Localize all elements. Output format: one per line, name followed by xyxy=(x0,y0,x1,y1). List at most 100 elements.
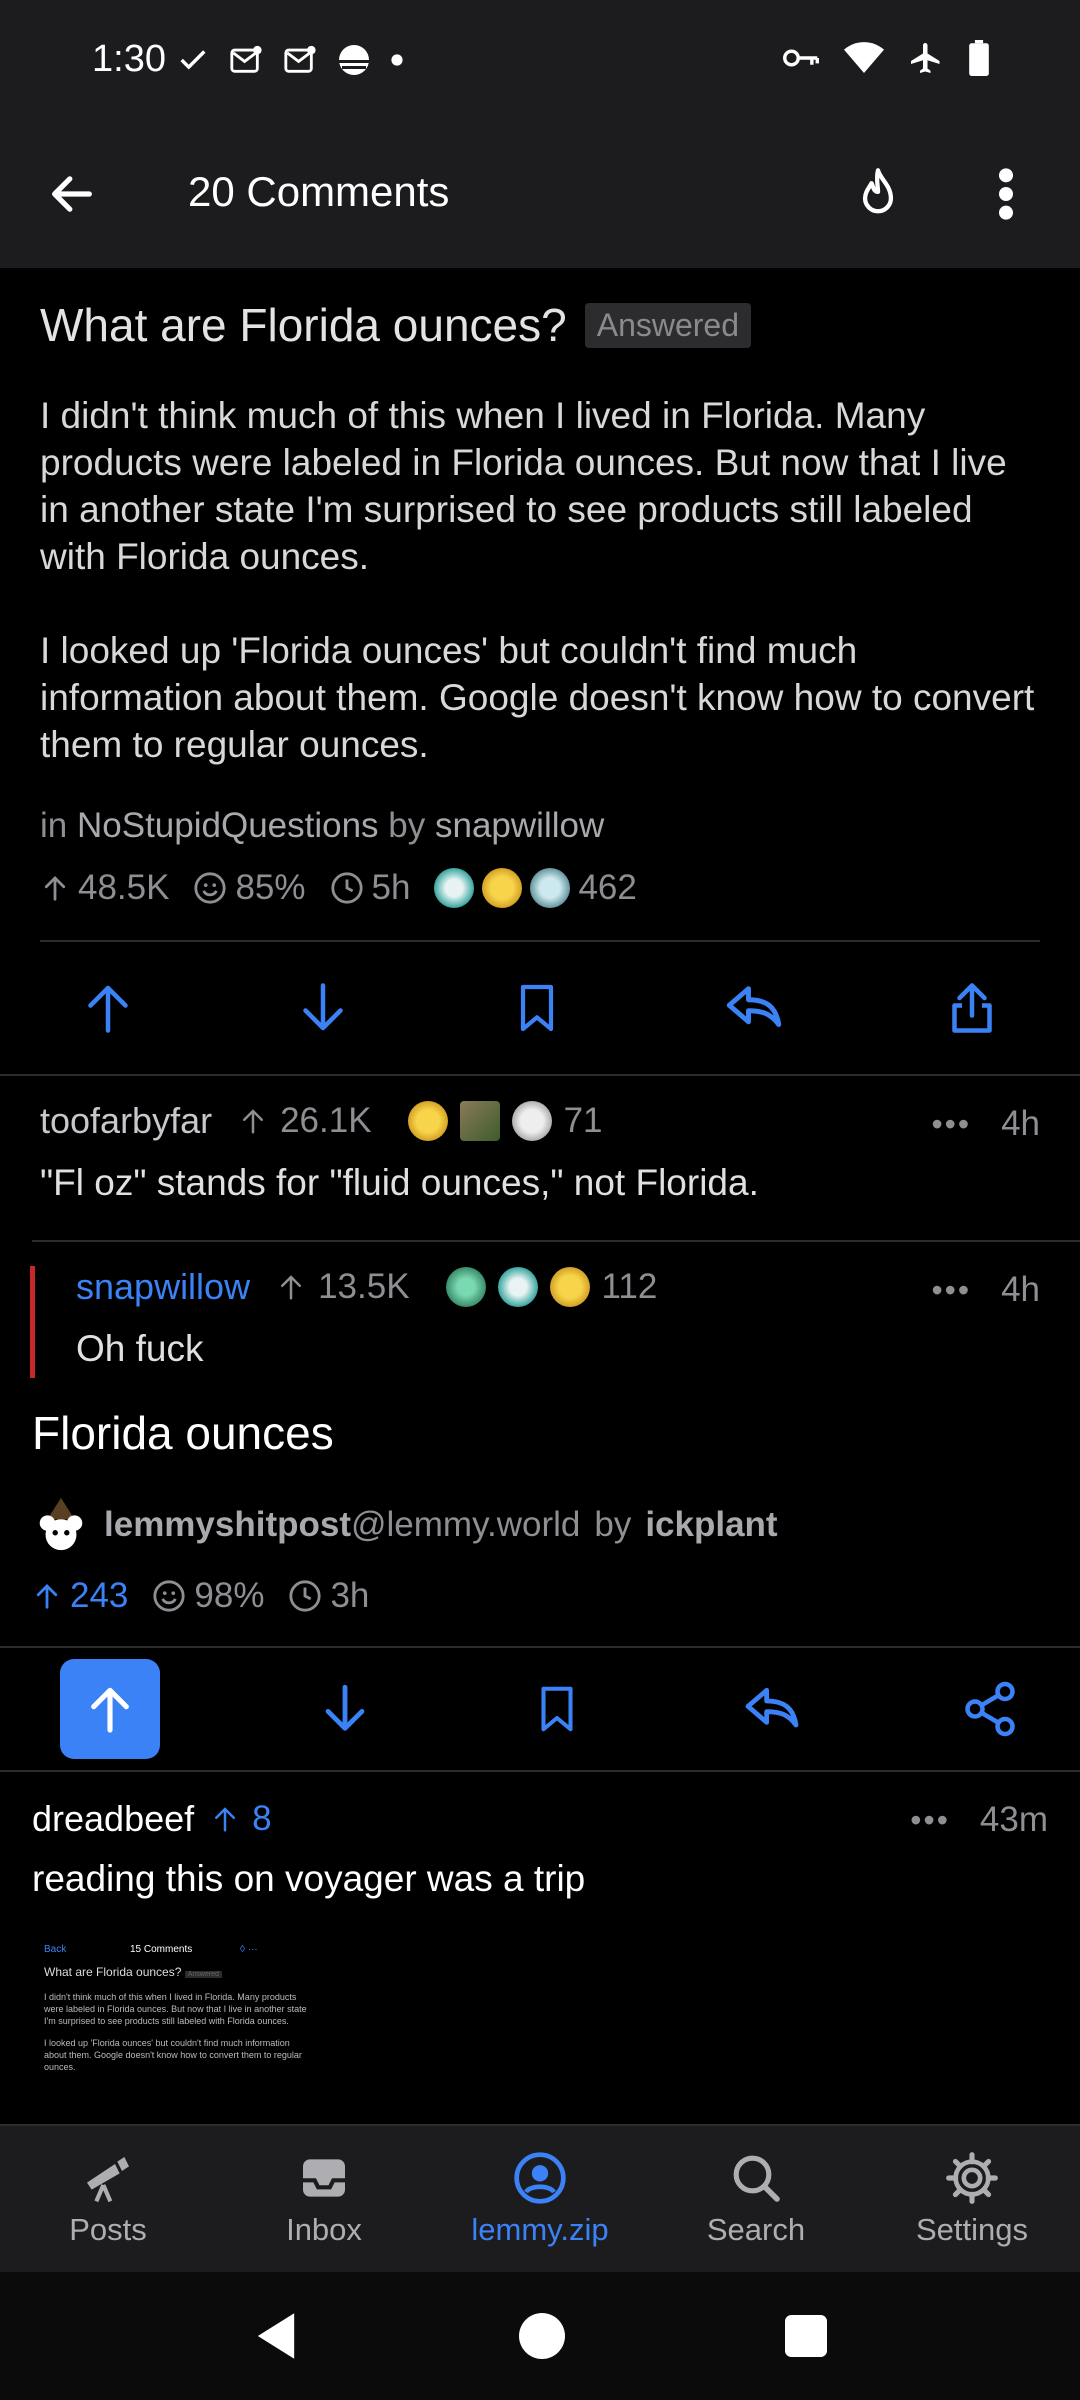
flame-icon xyxy=(862,168,894,214)
telescope-icon xyxy=(87,2157,129,2203)
comment-author[interactable]: dreadbeef xyxy=(32,1798,194,1840)
status-time: 1:30 xyxy=(92,38,166,80)
award-icon xyxy=(549,1267,590,1307)
clock-icon xyxy=(289,1580,322,1612)
smiley-icon xyxy=(153,1580,185,1612)
post-header: What are Florida ounces? Answered I didn… xyxy=(0,268,1080,908)
comment[interactable]: toofarbyfar 26.1K 71 ••• 4h "Fl oz" stan… xyxy=(0,1076,1080,1240)
community-link[interactable]: lemmyshitpost xyxy=(104,1505,351,1544)
bottom-nav: Posts Inbox lemmy.zip Search Settings xyxy=(0,2124,1080,2272)
thumb-body: I looked up 'Florida ounces' but couldn'… xyxy=(44,2038,302,2072)
age-stat: 5h xyxy=(330,868,410,908)
cross-post-stats: 243 98% 3h xyxy=(32,1576,1048,1616)
post-paragraph: I didn't think much of this when I lived… xyxy=(40,395,1007,577)
comment-author[interactable]: snapwillow xyxy=(76,1266,250,1308)
page-title: 20 Comments xyxy=(188,168,450,215)
by-label: by xyxy=(388,806,426,845)
dot-icon xyxy=(391,54,403,66)
community-avatar-icon xyxy=(39,1497,83,1551)
thumb-back: Back xyxy=(44,1944,67,1955)
tab-search[interactable]: Search xyxy=(648,2126,864,2272)
upvote-ratio: 98% xyxy=(194,1576,265,1615)
more-horizontal-icon[interactable]: ••• xyxy=(931,1106,971,1143)
upvote-button[interactable] xyxy=(78,975,138,1041)
cross-post-actions xyxy=(0,1648,1080,1770)
award-icon xyxy=(511,1101,552,1141)
mail-icon xyxy=(230,45,262,73)
system-back-icon[interactable] xyxy=(253,2311,299,2361)
arrow-up-icon xyxy=(215,1807,236,1832)
downvote-button[interactable] xyxy=(293,975,353,1041)
comment[interactable]: snapwillow 13.5K 112 ••• 4h Oh fuck xyxy=(0,1242,1080,1402)
comment-score: 26.1K xyxy=(280,1101,372,1140)
comments-page[interactable]: What are Florida ounces? Answered I didn… xyxy=(0,268,1080,2124)
arrow-up-icon xyxy=(44,876,66,901)
author-link[interactable]: ickplant xyxy=(645,1505,777,1545)
gear-icon xyxy=(946,2152,998,2204)
save-button[interactable] xyxy=(509,975,565,1041)
more-options-button[interactable] xyxy=(966,154,1046,234)
reply-button[interactable] xyxy=(740,1677,804,1741)
post-body: I didn't think much of this when I lived… xyxy=(40,392,1040,768)
thumb-title: What are Florida ounces? xyxy=(44,1965,182,1979)
award-icon xyxy=(407,1101,448,1141)
wifi-icon xyxy=(844,42,884,73)
cross-post-score: 243 xyxy=(70,1576,129,1615)
arrow-up-icon xyxy=(91,1687,129,1733)
battery-icon xyxy=(969,40,989,76)
post-age: 3h xyxy=(330,1576,370,1615)
tab-posts[interactable]: Posts xyxy=(0,2126,216,2272)
upvote-button[interactable] xyxy=(60,1659,160,1759)
downvote-button[interactable] xyxy=(316,1677,374,1741)
reply-button[interactable] xyxy=(721,975,787,1041)
comment-score: 8 xyxy=(252,1799,272,1838)
back-arrow-icon xyxy=(52,176,92,212)
tab-settings[interactable]: Settings xyxy=(864,2126,1080,2272)
tab-label: lemmy.zip xyxy=(471,2212,609,2247)
comment-header: snapwillow 13.5K 112 xyxy=(76,1266,1040,1308)
share-button[interactable] xyxy=(942,975,1002,1041)
system-nav-bar xyxy=(0,2272,1080,2400)
notification-icons xyxy=(176,42,404,78)
back-button[interactable] xyxy=(32,154,112,234)
cross-post-community: lemmyshitpost@lemmy.world by ickplant xyxy=(32,1496,1048,1554)
share-button[interactable] xyxy=(960,1677,1020,1741)
save-button[interactable] xyxy=(530,1677,584,1741)
image-thumbnail[interactable]: Back 15 Comments ◊ ··· What are Florida … xyxy=(32,1938,322,2108)
clock-icon xyxy=(330,872,363,904)
upvote-ratio-stat: 85% xyxy=(193,868,306,908)
post-stats: 48.5K 85% 5h 462 xyxy=(40,868,1040,908)
award-icon xyxy=(434,868,475,908)
more-horizontal-icon[interactable]: ••• xyxy=(931,1272,971,1309)
tab-label: Inbox xyxy=(286,2212,362,2247)
post-title: What are Florida ounces? xyxy=(40,299,567,351)
tab-account[interactable]: lemmy.zip xyxy=(432,2126,648,2272)
comment-text: "Fl oz" stands for "fluid ounces," not F… xyxy=(40,1162,759,1203)
tab-label: Settings xyxy=(915,2212,1028,2247)
more-horizontal-icon[interactable]: ••• xyxy=(910,1802,950,1839)
post-actions xyxy=(0,942,1080,1074)
system-home-icon[interactable] xyxy=(519,2313,565,2359)
cross-post[interactable]: Florida ounces lemmyshitpost@lemmy.world… xyxy=(0,1402,1080,1616)
sort-button[interactable] xyxy=(838,154,918,234)
smiley-icon xyxy=(194,872,227,904)
tab-label: Posts xyxy=(69,2212,147,2247)
comment[interactable]: dreadbeef 8 ••• 43m reading this on voya… xyxy=(0,1772,1080,2108)
arrow-up-icon xyxy=(36,1584,58,1609)
mail-icon xyxy=(284,45,316,73)
thread-line xyxy=(30,1266,35,1378)
award-icon xyxy=(482,868,523,908)
awards: 462 xyxy=(434,868,637,908)
comment-author[interactable]: toofarbyfar xyxy=(40,1100,212,1142)
score-stat: 243 xyxy=(32,1576,128,1616)
more-vertical-icon xyxy=(999,168,1013,220)
upvote-ratio-stat: 98% xyxy=(152,1576,264,1616)
post-meta: in NoStupidQuestions by snapwillow xyxy=(40,806,1040,846)
comment-age: 4h xyxy=(1001,1104,1040,1143)
community-link[interactable]: NoStupidQuestions xyxy=(77,806,379,845)
system-recents-icon[interactable] xyxy=(785,2315,827,2357)
comment-score: 13.5K xyxy=(318,1267,410,1306)
tab-inbox[interactable]: Inbox xyxy=(216,2126,432,2272)
author-link[interactable]: snapwillow xyxy=(435,806,604,845)
comment-header: dreadbeef 8 xyxy=(32,1798,1040,1840)
